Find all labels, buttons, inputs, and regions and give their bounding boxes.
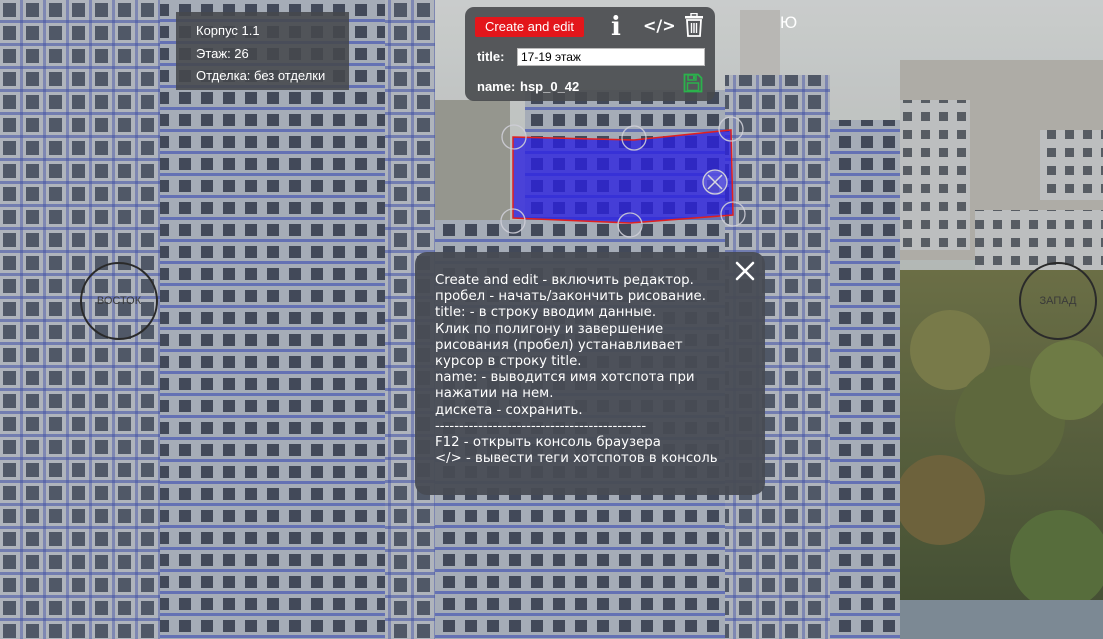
create-and-edit-button[interactable]: Create and edit bbox=[475, 17, 584, 37]
help-line: нажатии на нем. bbox=[435, 386, 554, 402]
floppy-disk-icon[interactable] bbox=[683, 73, 703, 93]
polygon-delete-handle[interactable] bbox=[702, 169, 728, 195]
compass-west-label: ЗАПАД bbox=[1039, 295, 1077, 307]
help-line: рисования (пробел) устанавливает bbox=[435, 337, 683, 353]
help-line: </> - вывести теги хотспотов в консоль bbox=[435, 451, 718, 467]
name-label: name: bbox=[477, 79, 516, 94]
help-line: name: - выводится имя хотспота при bbox=[435, 370, 695, 386]
hotspot-name-value: hsp_0_42 bbox=[520, 79, 580, 94]
apartment-info-box: Корпус 1.1 Этаж: 26 Отделка: без отделки bbox=[176, 12, 349, 90]
help-line: дискета - сохранить. bbox=[435, 402, 583, 418]
help-line: Клик по полигону и завершение bbox=[435, 321, 664, 337]
compass-west-button[interactable]: ЗАПАД bbox=[1019, 262, 1097, 340]
help-line: пробел - начать/закончить рисование. bbox=[435, 289, 706, 305]
finish-label: Отделка: без отделки bbox=[196, 68, 326, 83]
title-label: title: bbox=[477, 49, 505, 64]
help-line: курсор в строку title. bbox=[435, 354, 582, 370]
close-icon[interactable] bbox=[735, 260, 755, 282]
title-input[interactable] bbox=[517, 48, 705, 66]
help-popup: Create and edit - включить редактор. про… bbox=[415, 252, 765, 495]
compass-east-button[interactable]: ВОСТОК bbox=[80, 262, 158, 340]
trash-icon[interactable] bbox=[684, 13, 704, 37]
help-line: Create and edit - включить редактор. bbox=[435, 273, 694, 288]
hotspot-editor-panel: Create and edit i </> title: name: hsp_0… bbox=[465, 7, 715, 101]
help-separator: ----------------------------------------… bbox=[435, 418, 647, 434]
help-line: title: - в строку вводим данные. bbox=[435, 305, 657, 321]
help-line: F12 - открыть консоль браузера bbox=[435, 435, 661, 451]
compass-south-label[interactable]: Ю bbox=[780, 13, 797, 33]
info-icon[interactable]: i bbox=[607, 13, 625, 41]
building-label: Корпус 1.1 bbox=[196, 23, 260, 38]
code-tags-icon[interactable]: </> bbox=[643, 16, 676, 36]
floor-label: Этаж: 26 bbox=[196, 45, 249, 61]
compass-east-label: ВОСТОК bbox=[96, 295, 142, 307]
